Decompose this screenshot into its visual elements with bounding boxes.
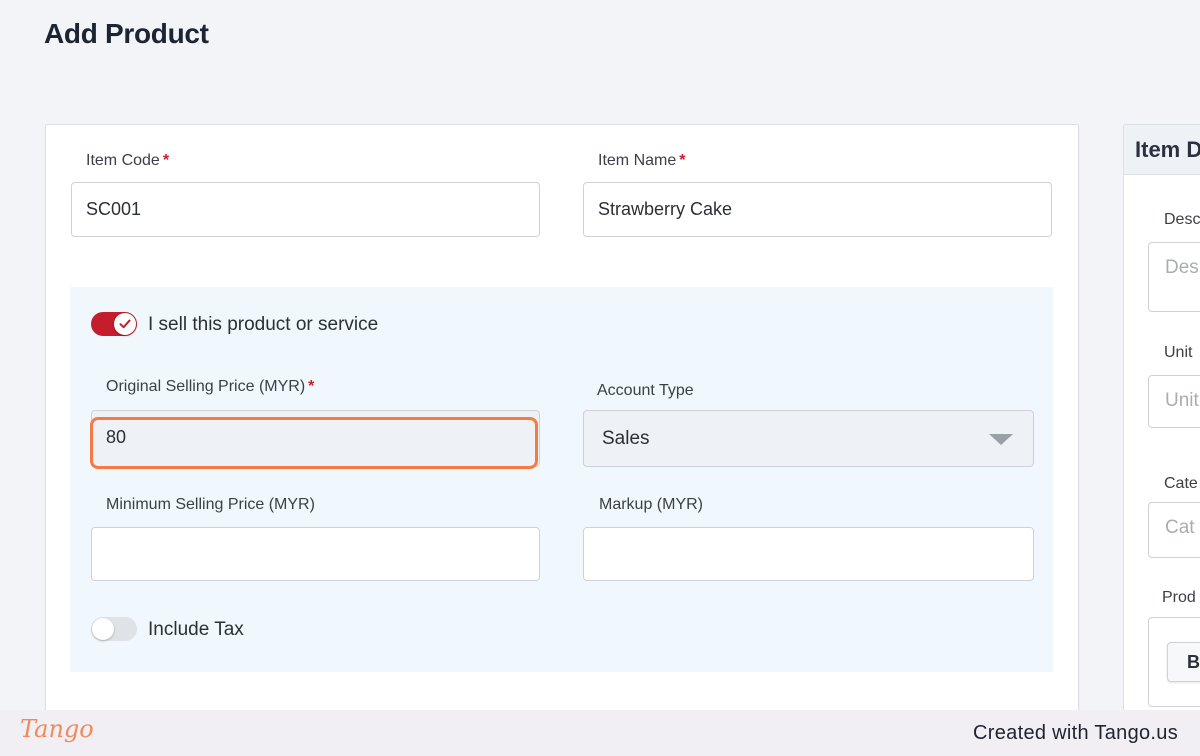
item-details-title: Item D xyxy=(1135,137,1200,162)
minimum-price-label: Minimum Selling Price (MYR) xyxy=(106,496,315,513)
required-mark: * xyxy=(308,378,315,395)
account-type-value: Sales xyxy=(602,427,650,449)
sell-product-toggle[interactable] xyxy=(91,312,137,336)
page-title: Add Product xyxy=(44,18,209,49)
tango-footer: Tango Created with Tango.us xyxy=(0,710,1200,756)
include-tax-toggle[interactable] xyxy=(91,617,137,641)
item-details-panel: Item D Desc Des Unit Unit Cate Cat Prod … xyxy=(1123,124,1200,724)
markup-input[interactable] xyxy=(583,527,1034,581)
include-tax-label: Include Tax xyxy=(148,619,244,640)
item-name-label: Item Name * xyxy=(598,152,685,170)
description-input[interactable]: Des xyxy=(1148,242,1200,312)
unit-input[interactable]: Unit xyxy=(1148,375,1200,428)
item-code-input[interactable]: SC001 xyxy=(71,182,540,237)
tango-logo: Tango xyxy=(20,715,94,743)
required-mark: * xyxy=(162,152,170,169)
toggle-knob xyxy=(92,618,114,640)
required-mark: * xyxy=(679,152,686,169)
description-label: Desc xyxy=(1164,211,1200,228)
created-with-text: Created with Tango.us xyxy=(973,722,1178,744)
minimum-price-input[interactable] xyxy=(91,527,540,581)
category-label: Cate xyxy=(1164,475,1198,492)
account-type-select[interactable]: Sales xyxy=(583,410,1034,467)
account-type-label: Account Type xyxy=(597,382,694,399)
markup-label: Markup (MYR) xyxy=(599,496,704,513)
checkmark-icon xyxy=(119,319,131,329)
category-input[interactable]: Cat xyxy=(1148,502,1200,558)
item-name-label-text: Item Name xyxy=(598,152,677,169)
browse-button[interactable]: B xyxy=(1167,642,1200,682)
original-price-input[interactable]: 80 xyxy=(91,410,540,467)
caret-down-icon xyxy=(989,434,1013,445)
product-image-label: Prod xyxy=(1162,589,1196,606)
item-details-header: Item D xyxy=(1124,125,1200,175)
item-code-label-text: Item Code xyxy=(86,152,160,169)
item-code-label: Item Code * xyxy=(86,152,169,170)
item-name-input[interactable]: Strawberry Cake xyxy=(583,182,1052,237)
sell-product-label: I sell this product or service xyxy=(148,314,379,335)
unit-label: Unit xyxy=(1164,344,1193,361)
sell-settings-panel xyxy=(70,287,1053,672)
toggle-knob xyxy=(114,313,136,335)
original-price-label: Original Selling Price (MYR) * xyxy=(106,378,314,396)
original-price-label-text: Original Selling Price (MYR) xyxy=(106,378,306,395)
